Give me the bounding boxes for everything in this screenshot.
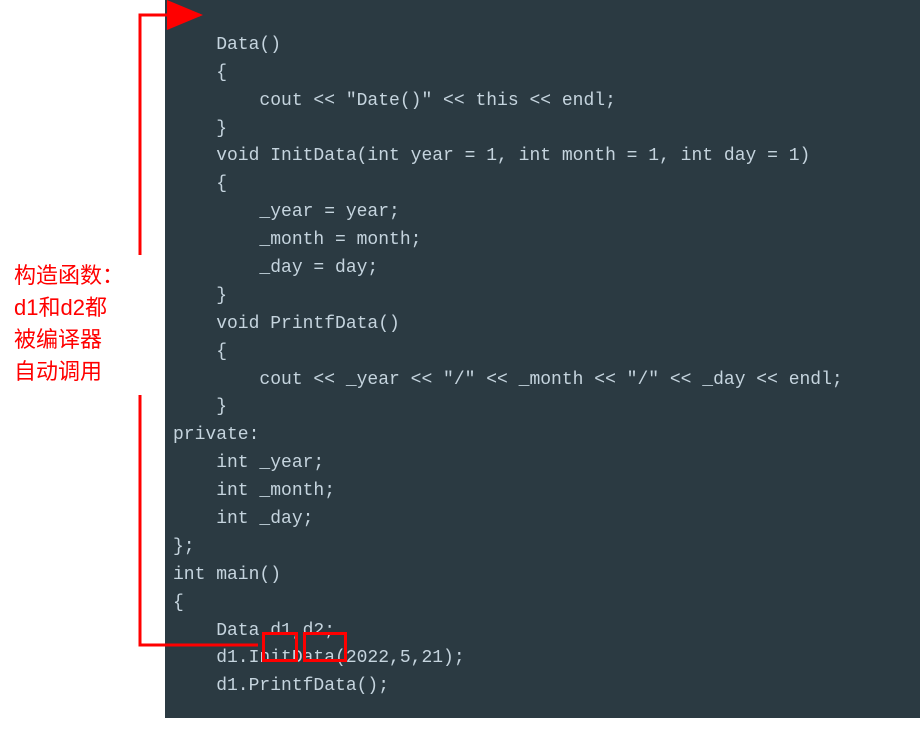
code-line-13: cout << _year << "/" << _month << "/" <<…: [173, 370, 843, 390]
main-container: 构造函数： d1和d2都 被编译器 自动调用 Data() { cout << …: [0, 0, 920, 718]
code-line-5: void InitData(int year = 1, int month = …: [173, 146, 810, 166]
code-line-17: int _month;: [173, 481, 335, 501]
code-line-22: Data d1,d2;: [173, 621, 335, 641]
annotation-line-1: 构造函数：: [14, 260, 165, 292]
code-line-14: }: [173, 397, 227, 417]
code-line-18: int _day;: [173, 509, 313, 529]
annotation-line-4: 自动调用: [14, 356, 165, 388]
code-area: Data() { cout << "Date()" << this << end…: [165, 0, 920, 718]
annotation-line-3: 被编译器: [14, 324, 165, 356]
annotation-panel: 构造函数： d1和d2都 被编译器 自动调用: [0, 0, 165, 718]
code-line-8: _month = month;: [173, 230, 421, 250]
code-line-4: }: [173, 119, 227, 139]
code-line-20: int main(): [173, 565, 281, 585]
code-line-9: _day = day;: [173, 258, 378, 278]
code-line-16: int _year;: [173, 453, 324, 473]
code-line-19: };: [173, 537, 195, 557]
code-line-7: _year = year;: [173, 202, 400, 222]
code-line-15: private:: [173, 425, 259, 445]
code-line-24: d1.PrintfData();: [173, 676, 389, 696]
code-line-10: }: [173, 286, 227, 306]
code-line-21: {: [173, 593, 184, 613]
code-line-1: Data(): [173, 35, 281, 55]
code-line-6: {: [173, 174, 227, 194]
code-line-11: void PrintfData(): [173, 314, 400, 334]
code-line-23: d1.InitData(2022,5,21);: [173, 648, 465, 668]
annotation-line-2: d1和d2都: [14, 292, 165, 324]
code-line-3: cout << "Date()" << this << endl;: [173, 91, 616, 111]
code-line-2: {: [173, 63, 227, 83]
code-line-12: {: [173, 342, 227, 362]
